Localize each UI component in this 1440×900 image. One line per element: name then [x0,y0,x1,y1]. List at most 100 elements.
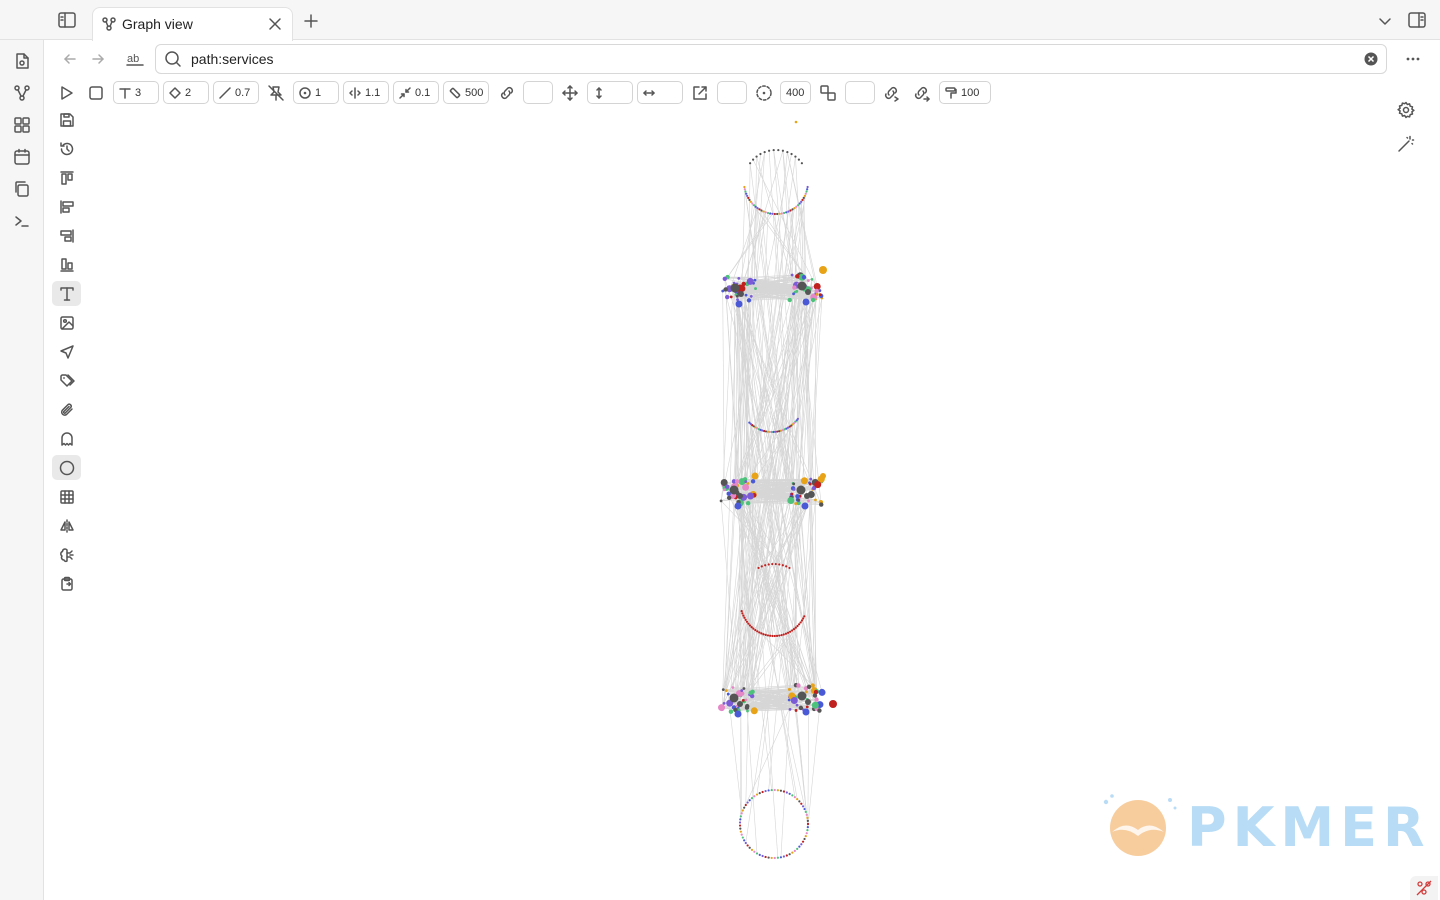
graph-network[interactable] [44,108,1440,900]
graph-node[interactable] [746,844,749,847]
graph-node[interactable] [770,856,773,860]
graph-node[interactable] [804,192,807,195]
graph-node[interactable] [729,693,739,703]
graph-node[interactable] [795,494,800,499]
graph-node[interactable] [804,835,807,838]
graph-node[interactable] [801,502,809,510]
graph-node[interactable] [774,562,777,566]
link-force-field[interactable]: 0.1 [393,81,439,104]
graph-node[interactable] [741,809,744,812]
graph-node[interactable] [730,283,740,293]
graph-node[interactable] [800,802,803,805]
graph-node[interactable] [797,158,800,161]
graph-node[interactable] [771,634,774,638]
link-in-icon[interactable] [881,82,903,104]
graph-node[interactable] [763,150,766,154]
graph-node[interactable] [776,212,779,216]
graph-node[interactable] [753,278,757,282]
copy-icon[interactable] [11,178,33,200]
graph-node[interactable] [818,289,822,292]
graph-node[interactable] [787,210,790,213]
graph-node[interactable] [751,472,759,480]
graph-node[interactable] [805,813,808,816]
graph-node[interactable] [740,812,743,815]
graph-node[interactable] [792,487,796,491]
graph-node[interactable] [769,212,772,215]
graph-node[interactable] [776,789,779,792]
graph-node[interactable] [731,686,735,689]
graph-node[interactable] [779,429,783,432]
more-options-icon[interactable] [1402,48,1424,70]
graph-node[interactable] [750,626,753,629]
graph-node[interactable] [758,792,761,795]
right-sidebar-toggle-icon[interactable] [1406,10,1428,30]
graph-node[interactable] [804,810,807,813]
graph-node[interactable] [815,292,819,296]
graph-node[interactable] [790,697,798,705]
graph-node[interactable] [764,789,767,793]
graph-node[interactable] [739,815,742,818]
graph-node[interactable] [767,563,770,566]
clear-search-icon[interactable] [1364,52,1378,66]
chevron-down-icon[interactable] [1375,11,1395,31]
graph-node[interactable] [793,207,796,210]
graph-node[interactable] [790,629,794,632]
graph-node[interactable] [774,430,777,433]
graph-node[interactable] [746,277,754,285]
graph-node[interactable] [781,564,784,567]
repel-force-field[interactable]: 1.1 [343,81,389,104]
graph-node[interactable] [795,289,799,293]
graph-node[interactable] [764,211,767,214]
graph-node[interactable] [742,687,746,690]
graph-node[interactable] [745,192,748,195]
graph-node[interactable] [746,709,749,713]
graph-node[interactable] [805,832,808,835]
graph-node[interactable] [776,856,779,859]
graph-node[interactable] [811,701,819,709]
graph-node[interactable] [806,819,809,823]
graph-node[interactable] [760,209,763,212]
graph-node[interactable] [749,200,752,203]
graph-node[interactable] [802,196,805,199]
graph-node[interactable] [766,430,769,433]
graph-node[interactable] [829,700,837,708]
match-case-icon[interactable]: ab [124,48,146,70]
graph-node[interactable] [795,274,800,279]
graph-node[interactable] [747,492,755,500]
graph-node[interactable] [773,788,776,792]
graph-node[interactable] [818,688,826,696]
graph-node[interactable] [735,300,743,308]
graph-node[interactable] [790,492,794,496]
external-link-icon[interactable] [689,82,711,104]
graph-node[interactable] [785,791,788,794]
graph-node[interactable] [720,704,725,710]
graph-node[interactable] [806,825,809,829]
shapes-icon[interactable] [817,82,839,104]
graph-node[interactable] [805,690,808,694]
graph-node[interactable] [799,621,802,624]
unpin-icon[interactable] [265,82,287,104]
graph-node[interactable] [779,789,783,792]
graph-node[interactable] [806,829,809,832]
graph-node[interactable] [796,204,800,207]
graph-node[interactable] [780,212,783,215]
graph-node[interactable] [798,705,804,711]
graph-node[interactable] [782,790,786,793]
graph-node[interactable] [814,288,819,294]
radius-circle-icon[interactable] [753,82,775,104]
graph-node[interactable] [739,830,742,833]
graph-node[interactable] [764,855,767,859]
graph-node[interactable] [792,482,796,486]
graph-node[interactable] [764,430,768,433]
graph-node[interactable] [748,799,751,802]
graph-node[interactable] [753,795,756,798]
graph-node[interactable] [788,853,791,856]
graph-node[interactable] [785,854,788,857]
graph-node[interactable] [795,703,799,707]
graph-node[interactable] [752,204,756,207]
graph-node[interactable] [760,632,763,635]
graph-view-icon[interactable] [11,82,33,104]
graph-node[interactable] [753,850,756,853]
graph-node[interactable] [737,276,741,280]
graph-node[interactable] [770,430,773,434]
